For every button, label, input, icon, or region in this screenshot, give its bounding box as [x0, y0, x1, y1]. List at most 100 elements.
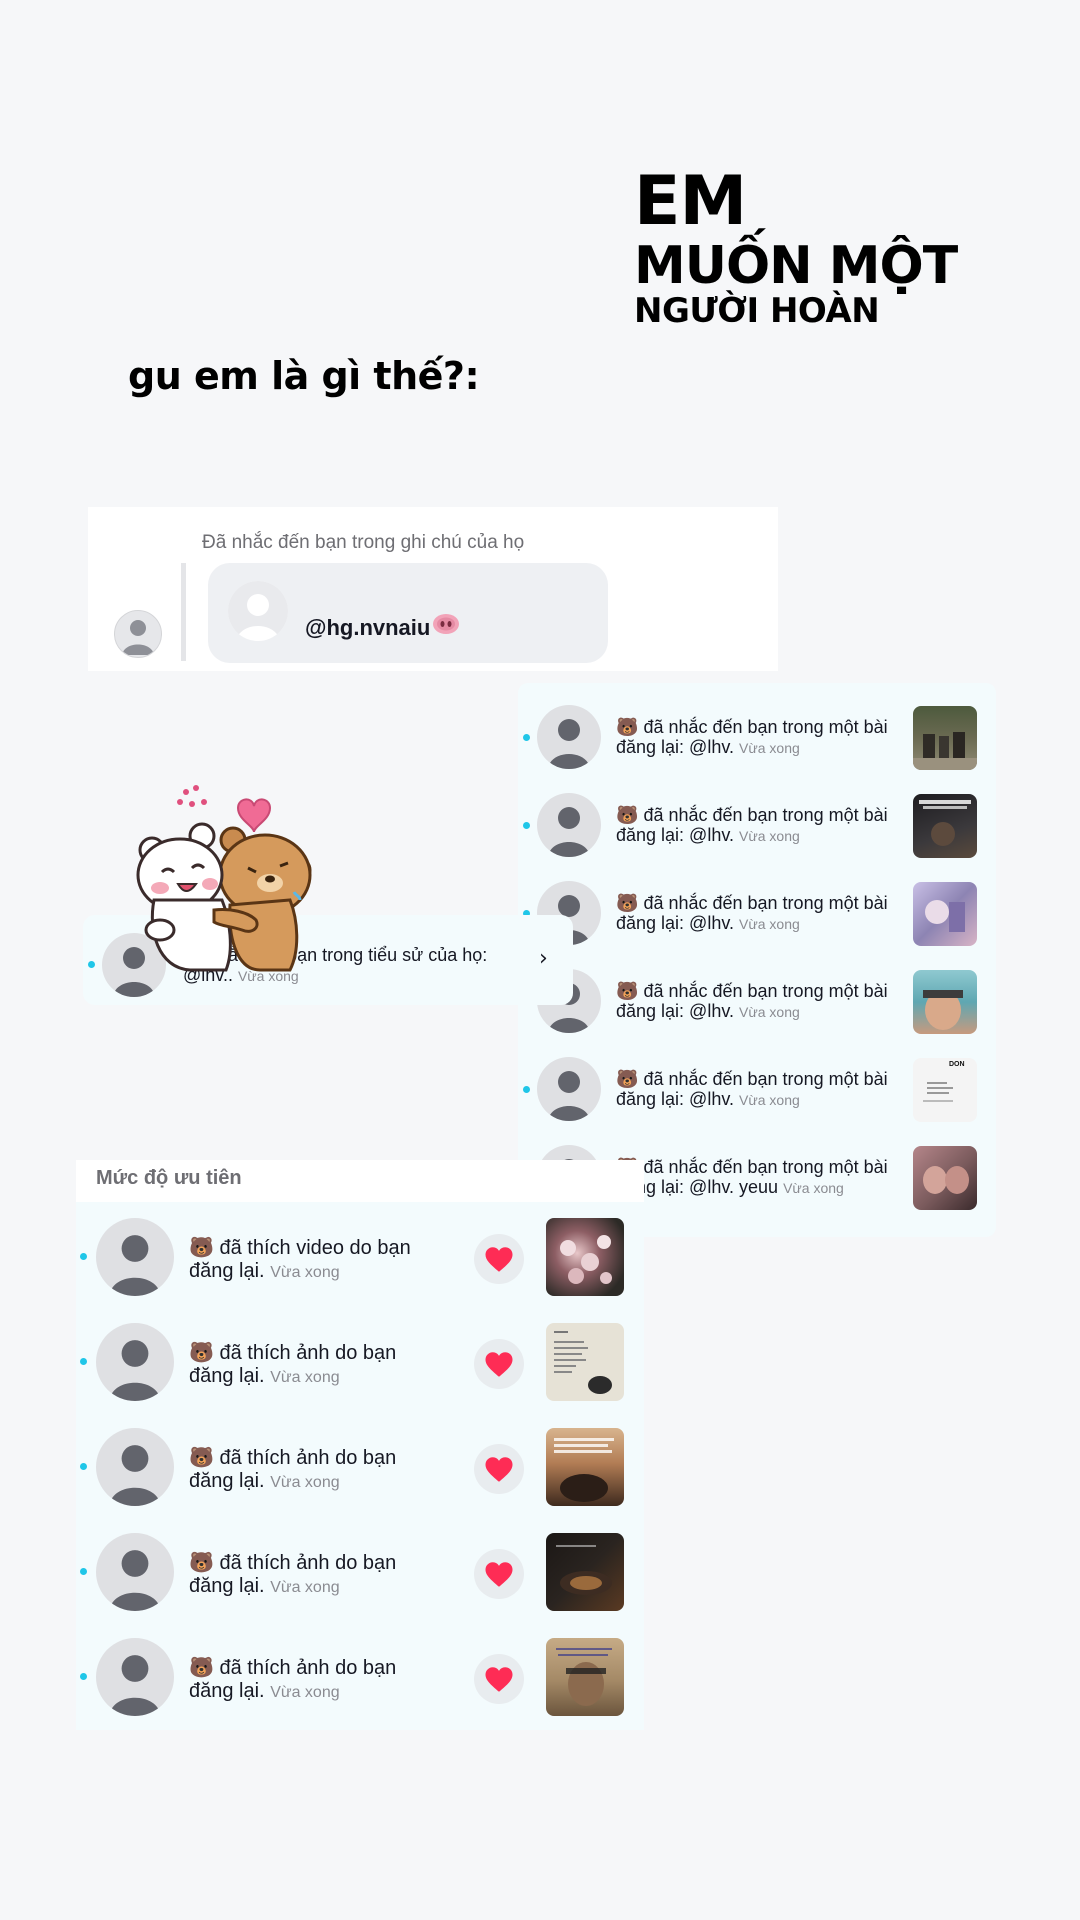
- like-button[interactable]: [474, 1549, 524, 1599]
- bear-icon: 🐻: [616, 981, 639, 1001]
- note-mention-card[interactable]: Đã nhắc đến bạn trong ghi chú của họ @hg…: [88, 507, 778, 671]
- note-handle: @hg.nvnaiu: [305, 615, 431, 640]
- timestamp: Vừa xong: [739, 740, 800, 756]
- like-button[interactable]: [474, 1654, 524, 1704]
- post-thumbnail[interactable]: [913, 970, 977, 1034]
- unread-dot: [80, 1463, 87, 1470]
- heart-icon: [485, 1561, 513, 1587]
- timestamp: Vừa xong: [270, 1369, 340, 1386]
- post-thumbnail[interactable]: [546, 1428, 624, 1506]
- post-thumbnail[interactable]: [913, 1146, 977, 1210]
- notification-text: 🐻 đã nhắc đến bạn trong một bài đăng lại…: [616, 893, 888, 933]
- bear-icon: 🐻: [189, 1447, 214, 1469]
- timestamp: Vừa xong: [739, 916, 800, 932]
- heart-icon: [485, 1246, 513, 1272]
- bear-icon: 🐻: [189, 1237, 214, 1259]
- bear-icon: 🐻: [189, 1552, 214, 1574]
- unread-dot: [80, 1358, 87, 1365]
- headline-line-3: NGƯỜI HOÀN: [634, 291, 880, 331]
- timestamp: Vừa xong: [783, 1180, 844, 1196]
- headline-line-2: MUỐN MỘT: [634, 236, 958, 296]
- unread-dot: [80, 1568, 87, 1575]
- list-item[interactable]: 🐻 đã nhắc đến bạn trong một bài đăng lại…: [518, 1035, 996, 1123]
- pig-nose-icon: [432, 613, 460, 635]
- notification-text: 🐻 đã thích video do bạn đăng lại. Vừa xo…: [189, 1237, 411, 1282]
- headline: EM MUỐN MỘT NGƯỜI HOÀN: [634, 162, 958, 331]
- list-item[interactable]: 🐻 đã nhắc đến bạn trong một bài đăng lại…: [518, 683, 996, 771]
- section-title: Mức độ ưu tiên: [96, 1167, 242, 1189]
- post-thumbnail[interactable]: DON: [913, 1058, 977, 1122]
- like-button[interactable]: [474, 1234, 524, 1284]
- notification-text: 🐻 đã nhắc đến bạn trong một bài đăng lại…: [616, 981, 888, 1021]
- avatar: [228, 581, 288, 641]
- bear-icon: 🐻: [189, 1342, 214, 1364]
- svg-text:DON: DON: [949, 1061, 965, 1068]
- list-item[interactable]: 🐻 đã nhắc đến bạn trong một bài đăng lại…: [518, 771, 996, 859]
- avatar[interactable]: [96, 1218, 174, 1296]
- timestamp: Vừa xong: [739, 1092, 800, 1108]
- unread-dot: [80, 1253, 87, 1260]
- list-item[interactable]: 🐻 đã thích ảnh do bạn đăng lại. Vừa xong: [76, 1307, 644, 1412]
- list-item[interactable]: 🐻 đã thích ảnh do bạn đăng lại. Vừa xong: [76, 1622, 644, 1727]
- list-item[interactable]: 🐻 đã thích video do bạn đăng lại. Vừa xo…: [76, 1202, 644, 1307]
- heart-icon: [485, 1351, 513, 1377]
- timestamp: Vừa xong: [270, 1579, 340, 1596]
- like-button[interactable]: [474, 1339, 524, 1389]
- repost-mentions-card: 🐻 đã nhắc đến bạn trong một bài đăng lại…: [518, 683, 996, 1237]
- notification-text: 🐻 đã nhắc đến bạn trong một bài đăng lại…: [616, 717, 888, 757]
- notification-text: 🐻 đã thích ảnh do bạn đăng lại. Vừa xong: [189, 1447, 397, 1492]
- post-thumbnail[interactable]: [546, 1638, 624, 1716]
- section-header: Mức độ ưu tiên: [76, 1160, 644, 1202]
- list-item[interactable]: 🐻 đã thích ảnh do bạn đăng lại. Vừa xong: [76, 1412, 644, 1517]
- heart-icon: [485, 1456, 513, 1482]
- bear-hug-sticker: [130, 780, 340, 980]
- bear-icon: 🐻: [616, 805, 639, 825]
- timestamp: Vừa xong: [270, 1684, 340, 1701]
- timestamp: Vừa xong: [270, 1474, 340, 1491]
- avatar[interactable]: [537, 705, 601, 769]
- timestamp: Vừa xong: [739, 1004, 800, 1020]
- unread-dot: [523, 1086, 530, 1093]
- list-item[interactable]: 🐻 đã nhắc đến bạn trong một bài đăng lại…: [518, 859, 996, 947]
- notification-text: 🐻 đã nhắc đến bạn trong một bài đăng lại…: [616, 1157, 888, 1197]
- bear-icon: 🐻: [616, 717, 639, 737]
- unread-dot: [88, 961, 95, 968]
- post-thumbnail[interactable]: [546, 1533, 624, 1611]
- timestamp: Vừa xong: [270, 1264, 340, 1281]
- chevron-right-icon[interactable]: ›: [539, 946, 548, 971]
- avatar[interactable]: [96, 1638, 174, 1716]
- avatar[interactable]: [537, 793, 601, 857]
- post-thumbnail[interactable]: [913, 882, 977, 946]
- avatar[interactable]: [96, 1533, 174, 1611]
- headline-line-1: EM: [634, 162, 747, 241]
- like-button[interactable]: [474, 1444, 524, 1494]
- unread-dot: [523, 734, 530, 741]
- notification-text: 🐻 đã thích ảnh do bạn đăng lại. Vừa xong: [189, 1657, 397, 1702]
- avatar[interactable]: [537, 1057, 601, 1121]
- quote-bar: [181, 563, 186, 661]
- avatar[interactable]: [96, 1323, 174, 1401]
- note-caption: Đã nhắc đến bạn trong ghi chú của họ: [202, 532, 525, 553]
- unread-dot: [523, 822, 530, 829]
- bear-icon: 🐻: [189, 1657, 214, 1679]
- post-thumbnail[interactable]: [913, 794, 977, 858]
- note-bubble[interactable]: @hg.nvnaiu: [208, 563, 608, 663]
- notification-text: 🐻 đã thích ảnh do bạn đăng lại. Vừa xong: [189, 1552, 397, 1597]
- likes-card: Mức độ ưu tiên 🐻 đã thích video do bạn đ…: [76, 1160, 644, 1730]
- unread-dot: [80, 1673, 87, 1680]
- avatar[interactable]: [96, 1428, 174, 1506]
- avatar[interactable]: [114, 610, 162, 658]
- timestamp: Vừa xong: [739, 828, 800, 844]
- list-item[interactable]: 🐻 đã nhắc đến bạn trong một bài đăng lại…: [518, 947, 996, 1035]
- heart-icon: [485, 1666, 513, 1692]
- notification-text: 🐻 đã thích ảnh do bạn đăng lại. Vừa xong: [189, 1342, 397, 1387]
- bear-icon: 🐻: [616, 1069, 639, 1089]
- question-text: gu em là gì thế?:: [128, 354, 480, 398]
- list-item[interactable]: 🐻 đã thích ảnh do bạn đăng lại. Vừa xong: [76, 1517, 644, 1622]
- notification-text: 🐻 đã nhắc đến bạn trong một bài đăng lại…: [616, 1069, 888, 1109]
- post-thumbnail[interactable]: [546, 1323, 624, 1401]
- bear-icon: 🐻: [616, 893, 639, 913]
- notification-text: 🐻 đã nhắc đến bạn trong một bài đăng lại…: [616, 805, 888, 845]
- post-thumbnail[interactable]: [913, 706, 977, 770]
- post-thumbnail[interactable]: [546, 1218, 624, 1296]
